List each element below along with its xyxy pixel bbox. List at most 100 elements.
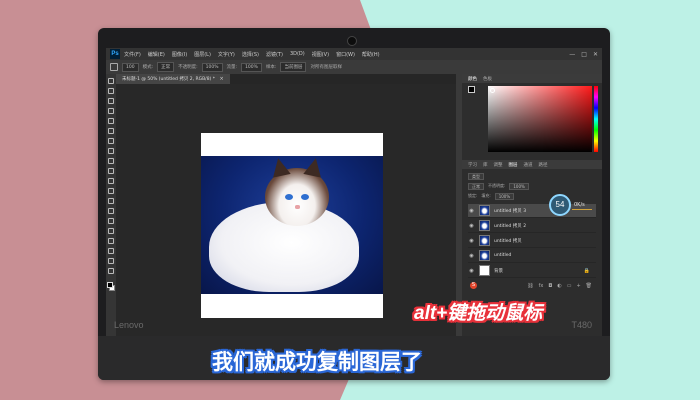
fill-label: 填充: [481,193,491,198]
main-caption: 我们就成功复制图层了 [212,350,422,374]
visibility-eye-icon[interactable]: ◉ [468,208,475,214]
document-tab-title: 未标题-1 @ 50% (untitled 拷贝 2, RGB/8) * [122,77,215,82]
flow-label: 流量: [226,65,238,70]
cat-photo [201,156,383,294]
mode-label: 模式: [142,65,154,70]
color-picker-field[interactable] [488,86,592,152]
clone-stamp-tool-icon[interactable] [108,158,114,164]
add-mask-icon[interactable]: ◘ [548,283,552,289]
layer-thumbnail [479,235,490,246]
layer-kind-filter[interactable]: 类型 [468,172,484,180]
move-tool-icon[interactable] [108,78,114,84]
color-swatches[interactable] [107,282,115,291]
eyedropper-tool-icon[interactable] [108,128,114,134]
menu-edit[interactable]: 编辑(E) [148,51,165,58]
lasso-tool-icon[interactable] [108,98,114,104]
visibility-eye-icon[interactable]: ◉ [468,253,475,259]
maximize-button[interactable]: □ [581,51,587,58]
layer-row[interactable]: ◉ 背景 🔒 [468,264,596,278]
zoom-tool-icon[interactable] [108,268,114,274]
menu-view[interactable]: 视图(V) [312,51,329,58]
network-speed-badge[interactable]: 54 [549,194,571,216]
dodge-tool-icon[interactable] [108,208,114,214]
marquee-tool-icon[interactable] [108,88,114,94]
layer-row[interactable]: ◉ untitled 拷贝 [468,234,596,248]
opacity-field[interactable]: 100% [201,62,223,72]
brush-size-field[interactable]: 100 [122,62,139,72]
photoshop-logo-icon: Ps [110,49,120,59]
tab-libraries[interactable]: 库 [483,162,488,168]
mode-select[interactable]: 正常 [157,62,175,72]
layer-opacity-field[interactable]: 100% [509,182,529,190]
foreground-color-swatch[interactable] [107,282,113,288]
shape-tool-icon[interactable] [108,248,114,254]
layer-opacity-label: 不透明度: [488,183,506,188]
menu-help[interactable]: 帮助(H) [362,51,380,58]
tab-swatches[interactable]: 色板 [483,76,492,82]
tab-layers[interactable]: 图层 [509,162,518,168]
path-select-tool-icon[interactable] [108,238,114,244]
hand-tool-icon[interactable] [108,258,114,264]
cat-eye-left [285,194,293,200]
menu-type[interactable]: 文字(Y) [218,51,235,58]
tab-paths[interactable]: 路径 [539,162,548,168]
tab-color[interactable]: 颜色 [468,76,477,82]
laptop-brand-right: T480 [571,320,592,330]
sample-all-layers-checkbox[interactable]: 对所有图层取样 [310,64,342,70]
link-layers-icon[interactable]: ⛓ [527,283,533,289]
history-brush-tool-icon[interactable] [108,168,114,174]
canvas-area[interactable] [116,84,456,338]
document-canvas[interactable] [201,133,383,318]
tab-adjustments[interactable]: 调整 [494,162,503,168]
menu-window[interactable]: 窗口(W) [336,51,355,58]
flow-field[interactable]: 100% [241,62,262,72]
menu-image[interactable]: 图像(I) [172,51,187,58]
menu-file[interactable]: 文件(F) [124,51,141,58]
new-group-icon[interactable]: ▭ [567,283,572,289]
adjustment-layer-icon[interactable]: ◐ [557,283,561,289]
menu-3d[interactable]: 3D(D) [290,51,305,57]
layer-thumbnail [479,220,490,231]
hue-slider[interactable] [594,86,598,152]
close-tab-icon[interactable]: × [219,76,223,82]
visibility-eye-icon[interactable]: ◉ [468,223,475,229]
minimize-button[interactable]: — [569,51,575,58]
layer-name: untitled [494,253,512,258]
webcam [347,36,357,46]
options-bar: 100 模式: 正常 不透明度: 100% 流量: 100% 样本: 当前图层 … [106,60,602,74]
tab-channels[interactable]: 通道 [524,162,533,168]
type-tool-icon[interactable] [108,228,114,234]
new-layer-icon[interactable]: + [576,283,580,289]
sogou-ime-icon[interactable]: S [470,282,477,289]
menu-bar: Ps 文件(F) 编辑(E) 图像(I) 图层(L) 文字(Y) 选择(S) 滤… [106,48,602,60]
healing-brush-tool-icon[interactable] [108,138,114,144]
cat-head [265,156,329,226]
visibility-eye-icon[interactable]: ◉ [468,238,475,244]
blur-tool-icon[interactable] [108,198,114,204]
crop-tool-icon[interactable] [108,118,114,124]
gradient-tool-icon[interactable] [108,188,114,194]
sample-select[interactable]: 当前图层 [280,62,307,72]
hotkey-caption: alt+键拖动鼠标 [414,303,543,324]
brush-tool-icon[interactable] [108,148,114,154]
fx-icon[interactable]: fx [539,283,544,289]
menu-select[interactable]: 选择(S) [242,51,259,58]
menu-layer[interactable]: 图层(L) [194,51,211,58]
menu-filter[interactable]: 滤镜(T) [266,51,283,58]
visibility-eye-icon[interactable]: ◉ [468,268,475,274]
clone-stamp-tool-icon[interactable] [110,63,118,71]
close-button[interactable]: ✕ [593,51,598,58]
eraser-tool-icon[interactable] [108,178,114,184]
cat-eye-right [301,194,309,200]
layer-row[interactable]: ◉ untitled 拷贝 2 [468,219,596,233]
trash-icon[interactable]: 🗑 [586,283,592,289]
document-tab[interactable]: 未标题-1 @ 50% (untitled 拷贝 2, RGB/8) * × [116,74,230,84]
panel-foreground-swatch[interactable] [468,86,475,93]
layer-fill-field[interactable]: 100% [494,192,515,200]
pen-tool-icon[interactable] [108,218,114,224]
color-picker-cursor[interactable] [490,88,495,93]
layer-row[interactable]: ◉ untitled [468,249,596,263]
tab-learn[interactable]: 学习 [468,162,477,168]
blend-mode-select[interactable]: 正常 [468,182,484,190]
quick-select-tool-icon[interactable] [108,108,114,114]
